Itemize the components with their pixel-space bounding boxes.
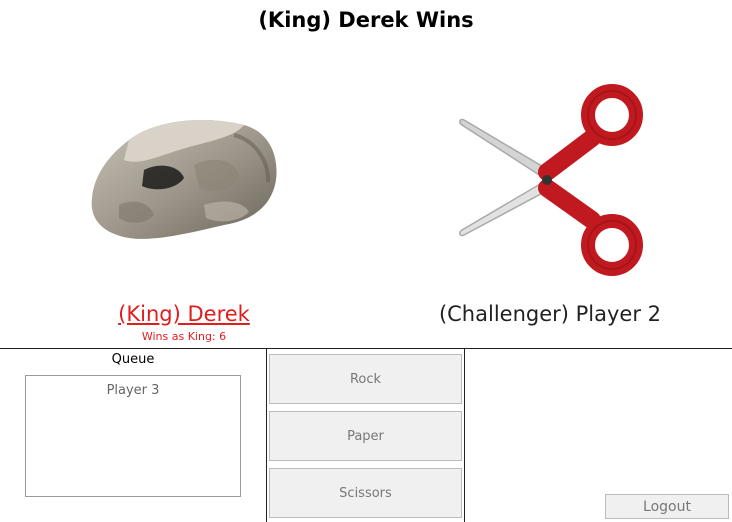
rock-icon xyxy=(91,120,277,239)
rock-button[interactable]: Rock xyxy=(269,354,462,404)
divider-left xyxy=(266,349,267,522)
divider-right xyxy=(464,349,465,522)
queue-label: Queue xyxy=(111,352,155,367)
queue-list[interactable]: Player 3 xyxy=(25,375,241,497)
challenger-name: (Challenger) Player 2 xyxy=(438,302,662,326)
queue-item[interactable]: Player 3 xyxy=(26,376,240,398)
king-wins-count: Wins as King: 6 xyxy=(141,330,227,343)
scissors-icon xyxy=(459,84,643,276)
logout-button[interactable]: Logout xyxy=(605,494,729,519)
section-divider xyxy=(0,348,732,349)
paper-button[interactable]: Paper xyxy=(269,411,462,461)
result-title: (King) Derek Wins xyxy=(258,8,474,32)
king-name: (King) Derek xyxy=(118,302,250,326)
scissors-button[interactable]: Scissors xyxy=(269,468,462,518)
